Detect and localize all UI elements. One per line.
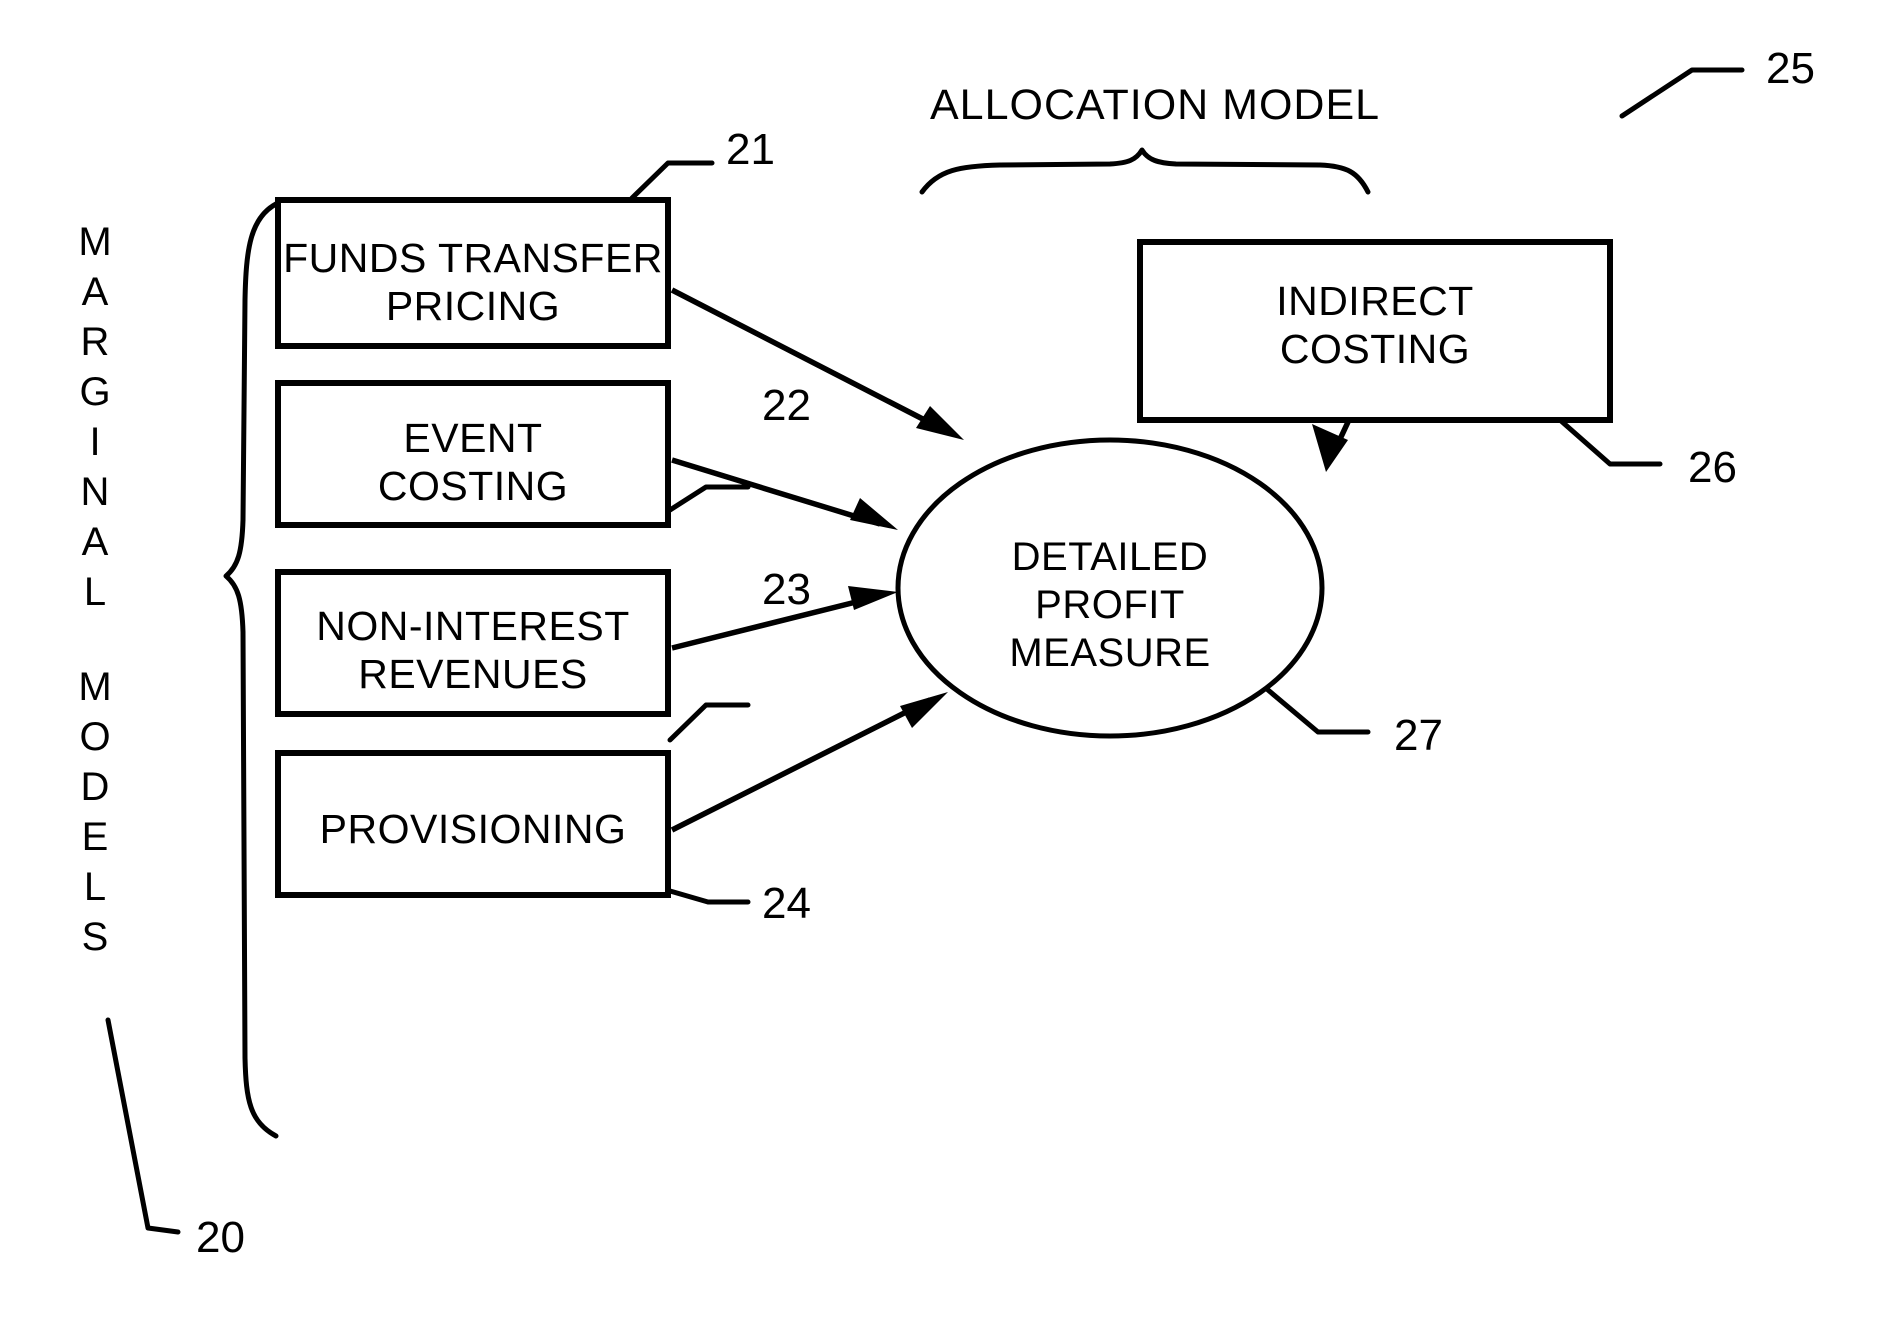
box-label-line-1: REVENUES bbox=[358, 651, 588, 697]
box-label-line-0: INDIRECT bbox=[1276, 278, 1474, 324]
marginal-letter-10: O bbox=[79, 715, 110, 759]
box-label-line-0: EVENT bbox=[403, 415, 542, 461]
marginal-letter-11: D bbox=[81, 765, 110, 809]
ref-21-leader bbox=[629, 160, 715, 201]
marginal-letter-12: E bbox=[82, 815, 109, 859]
box-label-line-0: FUNDS TRANSFER bbox=[283, 235, 663, 281]
patent-figure: M A R G I N A L M O D E L S 20 FUNDS TRA… bbox=[0, 0, 1890, 1319]
ref-numeral-24: 24 bbox=[762, 879, 811, 928]
arrowhead bbox=[900, 692, 948, 728]
marginal-letter-5: N bbox=[81, 470, 110, 514]
ref-numeral-25: 25 bbox=[1766, 44, 1815, 93]
box-label-line-0: NON-INTEREST bbox=[316, 603, 630, 649]
box-non-interest-revenues[interactable]: NON-INTEREST REVENUES bbox=[275, 569, 671, 717]
ellipse-label-line-2: MEASURE bbox=[1009, 631, 1210, 675]
ref-numeral-26: 26 bbox=[1688, 443, 1737, 492]
connector-provisioning-to-ellipse bbox=[670, 692, 948, 833]
marginal-letter-2: R bbox=[81, 320, 110, 364]
ellipse-detailed-profit-measure[interactable]: DETAILED PROFIT MEASURE bbox=[895, 437, 1325, 739]
ref-numeral-27: 27 bbox=[1394, 711, 1443, 760]
connector-event-costing-to-ellipse bbox=[671, 457, 898, 530]
marginal-models-brace bbox=[223, 201, 279, 1139]
connector-indirect-costing-to-ellipse bbox=[1312, 420, 1351, 472]
marginal-letter-6: A bbox=[82, 520, 109, 564]
box-label-line-1: COSTING bbox=[378, 463, 568, 509]
ref-27-leader bbox=[1265, 687, 1371, 735]
allocation-model-label: ALLOCATION MODEL bbox=[930, 81, 1380, 129]
marginal-letter-7: L bbox=[84, 570, 106, 614]
ref-numeral-20: 20 bbox=[196, 1213, 245, 1262]
ref-26-leader bbox=[1557, 417, 1663, 467]
connector-funds-transfer-to-ellipse bbox=[670, 287, 964, 440]
ref-24-leader bbox=[667, 888, 751, 905]
box-event-costing[interactable]: EVENT COSTING bbox=[275, 380, 671, 528]
box-label-line-1: COSTING bbox=[1280, 326, 1470, 372]
marginal-letter-3: G bbox=[79, 370, 110, 414]
marginal-letter-9: M bbox=[78, 665, 111, 709]
ref-numeral-21: 21 bbox=[726, 125, 775, 174]
arrowhead bbox=[916, 406, 964, 440]
marginal-letter-4: I bbox=[89, 420, 100, 464]
diagram-canvas: M A R G I N A L M O D E L S 20 FUNDS TRA… bbox=[78, 44, 1815, 1262]
box-indirect-costing[interactable]: INDIRECT COSTING bbox=[1137, 239, 1613, 423]
ref-numeral-23: 23 bbox=[762, 565, 811, 614]
box-label-line-0: PROVISIONING bbox=[320, 806, 627, 852]
allocation-model-brace bbox=[919, 147, 1371, 195]
arrowhead bbox=[850, 498, 898, 530]
ref-25-leader bbox=[1619, 67, 1745, 119]
ref-20-leader bbox=[105, 1017, 181, 1235]
ellipse-label-line-0: DETAILED bbox=[1012, 535, 1209, 579]
marginal-letter-13: L bbox=[84, 865, 106, 909]
ellipse-label-line-1: PROFIT bbox=[1035, 583, 1185, 627]
box-provisioning[interactable]: PROVISIONING bbox=[275, 750, 671, 898]
ref-22-leader bbox=[667, 484, 751, 513]
box-label-line-1: PRICING bbox=[386, 283, 560, 329]
marginal-letter-0: M bbox=[78, 220, 111, 264]
box-funds-transfer-pricing[interactable]: FUNDS TRANSFER PRICING bbox=[275, 197, 671, 349]
marginal-letter-14: S bbox=[82, 915, 109, 959]
marginal-models-label: M A R G I N A L M O D E L S bbox=[78, 220, 111, 959]
arrowhead bbox=[848, 586, 898, 610]
marginal-letter-1: A bbox=[82, 270, 109, 314]
ref-23-leader bbox=[667, 702, 751, 743]
ref-numeral-22: 22 bbox=[762, 381, 811, 430]
